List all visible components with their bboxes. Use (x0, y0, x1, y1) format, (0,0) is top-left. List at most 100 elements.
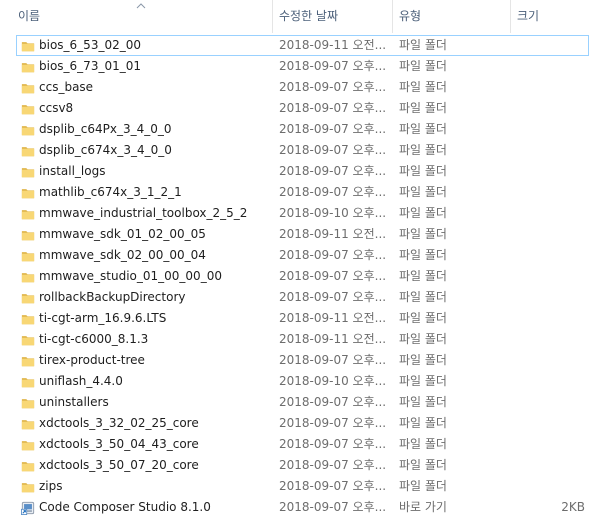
folder-row[interactable]: install_logs 2018-09-07 오후... 파일 폴더 (16, 161, 589, 182)
folder-row[interactable]: mmwave_sdk_01_02_00_05 2018-09-11 오전... 파일… (16, 224, 589, 245)
file-size (511, 267, 585, 286)
date-modified: 2018-09-07 오후... (279, 290, 387, 304)
folder-row[interactable]: ccsv8 2018-09-07 오후... 파일 폴더 (16, 98, 589, 119)
folder-row[interactable]: xdctools_3_50_04_43_core 2018-09-07 오후...… (16, 434, 589, 455)
file-type: 파일 폴더 (399, 143, 447, 157)
file-name: tirex-product-tree (39, 353, 145, 367)
file-name: ccsv8 (39, 101, 74, 115)
file-type: 파일 폴더 (399, 164, 447, 178)
file-size (511, 36, 585, 55)
file-name: Code Composer Studio 8.1.0 (39, 500, 211, 514)
folder-row[interactable]: zips 2018-09-07 오후... 파일 폴더 (16, 476, 589, 497)
file-name: dsplib_c64Px_3_4_0_0 (39, 122, 172, 136)
file-size (511, 435, 585, 454)
file-size (511, 456, 585, 475)
file-name: mmwave_industrial_toolbox_2_5_2 (39, 206, 248, 220)
file-type: 파일 폴더 (399, 353, 447, 367)
file-size (511, 120, 585, 139)
file-type: 파일 폴더 (399, 458, 447, 472)
file-name: uniflash_4.4.0 (39, 374, 123, 388)
column-header-type[interactable]: 유형 (392, 0, 510, 33)
file-type: 파일 폴더 (399, 395, 447, 409)
file-name: ccs_base (39, 80, 94, 94)
date-modified: 2018-09-11 오전... (279, 332, 387, 346)
folder-row[interactable]: xdctools_3_32_02_25_core 2018-09-07 오후...… (16, 413, 589, 434)
folder-row[interactable]: dsplib_c64Px_3_4_0_0 2018-09-07 오후... 파일 폴… (16, 119, 589, 140)
folder-row[interactable]: mathlib_c674x_3_1_2_1 2018-09-07 오후... 파일 … (16, 182, 589, 203)
date-modified: 2018-09-07 오후... (279, 458, 387, 472)
date-modified: 2018-09-07 오후... (279, 143, 387, 157)
date-modified: 2018-09-07 오후... (279, 416, 387, 430)
file-type: 파일 폴더 (399, 248, 447, 262)
file-name: bios_6_53_02_00 (39, 38, 141, 52)
file-type: 파일 폴더 (399, 206, 447, 220)
file-name: mmwave_sdk_01_02_00_05 (39, 227, 206, 241)
file-size (511, 246, 585, 265)
file-size (511, 330, 585, 349)
file-type: 파일 폴더 (399, 122, 447, 136)
file-type: 파일 폴더 (399, 269, 447, 283)
file-size (511, 309, 585, 328)
date-modified: 2018-09-07 오후... (279, 101, 387, 115)
file-name: ti-cgt-arm_16.9.6.LTS (39, 311, 167, 325)
folder-row[interactable]: mmwave_industrial_toolbox_2_5_2 2018-09-1… (16, 203, 589, 224)
date-modified: 2018-09-11 오전... (279, 311, 387, 325)
folder-row[interactable]: dsplib_c674x_3_4_0_0 2018-09-07 오후... 파일 폴… (16, 140, 589, 161)
file-type: 파일 폴더 (399, 38, 447, 52)
date-modified: 2018-09-10 오후... (279, 206, 387, 220)
file-name: mmwave_sdk_02_00_00_04 (39, 248, 206, 262)
folder-row[interactable]: bios_6_53_02_00 2018-09-11 오전... 파일 폴더 (16, 35, 589, 56)
folder-row[interactable]: mmwave_studio_01_00_00_00 2018-09-07 오후..… (16, 266, 589, 287)
date-modified: 2018-09-07 오후... (279, 500, 387, 514)
folder-row[interactable]: ti-cgt-arm_16.9.6.LTS 2018-09-11 오전... 파일 … (16, 308, 589, 329)
folder-row[interactable]: tirex-product-tree 2018-09-07 오후... 파일 폴더 (16, 350, 589, 371)
folder-row[interactable]: ccs_base 2018-09-07 오후... 파일 폴더 (16, 77, 589, 98)
column-header-size[interactable]: 크기 (510, 0, 590, 33)
file-type: 파일 폴더 (399, 290, 447, 304)
date-modified: 2018-09-07 오후... (279, 59, 387, 73)
date-modified: 2018-09-07 오후... (279, 269, 387, 283)
folder-row[interactable]: mmwave_sdk_02_00_00_04 2018-09-07 오후... 파일… (16, 245, 589, 266)
file-size (511, 351, 585, 370)
file-name: rollbackBackupDirectory (39, 290, 186, 304)
file-size (511, 162, 585, 181)
sort-ascending-icon (136, 3, 146, 9)
date-modified: 2018-09-07 오후... (279, 185, 387, 199)
date-modified: 2018-09-07 오후... (279, 164, 387, 178)
date-modified: 2018-09-07 오후... (279, 248, 387, 262)
file-type: 파일 폴더 (399, 101, 447, 115)
file-type: 파일 폴더 (399, 185, 447, 199)
date-modified: 2018-09-07 오후... (279, 479, 387, 493)
file-size (511, 141, 585, 160)
column-header-bar: 이름 수정한 날짜 유형 크기 (0, 0, 600, 33)
file-name: xdctools_3_50_07_20_core (39, 458, 199, 472)
file-name: mathlib_c674x_3_1_2_1 (39, 185, 182, 199)
date-modified: 2018-09-11 오전... (279, 38, 387, 52)
file-size (511, 372, 585, 391)
folder-row[interactable]: ti-cgt-c6000_8.1.3 2018-09-11 오전... 파일 폴더 (16, 329, 589, 350)
date-modified: 2018-09-07 오후... (279, 80, 387, 94)
shortcut-row[interactable]: Code Composer Studio 8.1.0 2018-09-07 오후.… (16, 497, 589, 518)
file-size (511, 183, 585, 202)
file-size (511, 99, 585, 118)
file-type: 바로 가기 (399, 500, 447, 514)
file-type: 파일 폴더 (399, 227, 447, 241)
file-type: 파일 폴더 (399, 479, 447, 493)
date-modified: 2018-09-10 오후... (279, 374, 387, 388)
folder-row[interactable]: uniflash_4.4.0 2018-09-10 오후... 파일 폴더 (16, 371, 589, 392)
folder-row[interactable]: xdctools_3_50_07_20_core 2018-09-07 오후...… (16, 455, 589, 476)
column-header-date-modified[interactable]: 수정한 날짜 (272, 0, 392, 33)
file-name: bios_6_73_01_01 (39, 59, 141, 73)
folder-row[interactable]: rollbackBackupDirectory 2018-09-07 오후... 파… (16, 287, 589, 308)
folder-row[interactable]: uninstallers 2018-09-07 오후... 파일 폴더 (16, 392, 589, 413)
file-type: 파일 폴더 (399, 374, 447, 388)
file-size (511, 78, 585, 97)
file-size (511, 288, 585, 307)
file-type: 파일 폴더 (399, 311, 447, 325)
file-size (511, 393, 585, 412)
file-size (511, 225, 585, 244)
file-size: 2KB (561, 500, 585, 514)
date-modified: 2018-09-07 오후... (279, 395, 387, 409)
folder-row[interactable]: bios_6_73_01_01 2018-09-07 오후... 파일 폴더 (16, 56, 589, 77)
file-size (511, 204, 585, 223)
